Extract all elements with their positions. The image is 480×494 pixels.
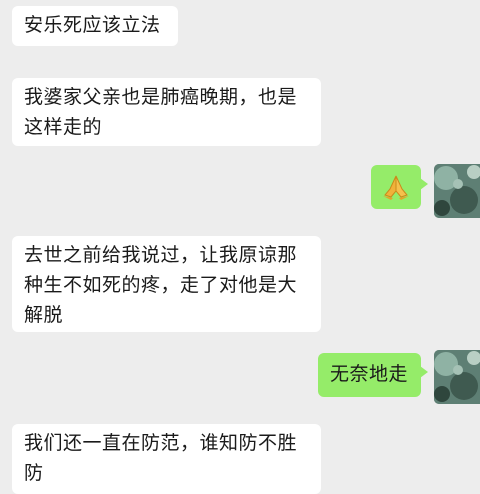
message-text: 无奈地走 — [330, 363, 409, 385]
message-text: 去世之前给我说过，让我原谅那种生不如死的疼，走了对他是大解脱 — [24, 244, 298, 326]
message-text: 安乐死应该立法 — [24, 14, 161, 36]
message-bubble-right[interactable]: 无奈地走 — [318, 353, 428, 397]
message-text: 我们还一直在防范，谁知防不胜防 — [24, 432, 298, 484]
avatar-image — [434, 350, 480, 404]
message-bubble-left[interactable]: 我婆家父亲也是肺癌晚期，也是这样走的 — [12, 78, 321, 146]
message-text: 我婆家父亲也是肺癌晚期，也是这样走的 — [24, 86, 298, 138]
praying-hands-emoji-icon — [381, 173, 411, 201]
avatar[interactable] — [434, 350, 480, 404]
message-bubble-left[interactable]: 我们还一直在防范，谁知防不胜防 — [12, 424, 321, 494]
message-bubble-left[interactable]: 安乐死应该立法 — [12, 6, 178, 46]
message-bubble-right[interactable] — [371, 165, 428, 209]
avatar[interactable] — [434, 164, 480, 218]
message-bubble-left[interactable]: 去世之前给我说过，让我原谅那种生不如死的疼，走了对他是大解脱 — [12, 236, 321, 332]
avatar-image — [434, 164, 480, 218]
